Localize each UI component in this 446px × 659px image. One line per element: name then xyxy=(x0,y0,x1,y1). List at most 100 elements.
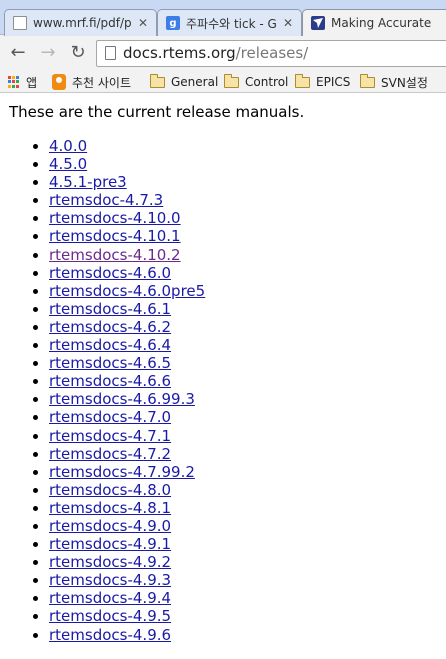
back-button[interactable]: ← xyxy=(6,41,30,65)
release-item: 4.5.1-pre3 xyxy=(49,173,205,191)
release-link[interactable]: rtemsdoc-4.7.3 xyxy=(49,191,163,209)
suggested-sites-icon xyxy=(52,74,66,90)
release-link[interactable]: 4.5.1-pre3 xyxy=(49,173,127,191)
close-icon[interactable]: ✕ xyxy=(135,16,151,30)
release-link[interactable]: rtemsdocs-4.10.0 xyxy=(49,209,181,227)
release-link[interactable]: rtemsdocs-4.7.2 xyxy=(49,445,171,463)
page-content: These are the current release manuals. 4… xyxy=(0,94,446,659)
bird-icon xyxy=(311,16,325,30)
back-arrow-icon: ← xyxy=(10,42,26,63)
release-item: rtemsdocs-4.6.4 xyxy=(49,336,205,354)
release-item: rtemsdocs-4.7.2 xyxy=(49,445,205,463)
release-link[interactable]: rtemsdocs-4.6.6 xyxy=(49,372,171,390)
apps-icon xyxy=(8,76,20,88)
release-link[interactable]: rtemsdocs-4.10.1 xyxy=(49,227,181,245)
release-link[interactable]: rtemsdocs-4.9.6 xyxy=(49,626,171,644)
release-link[interactable]: rtemsdocs-4.10.2 xyxy=(49,246,181,264)
bookmark-label: 앱 xyxy=(26,75,38,90)
release-item: rtemsdocs-4.9.1 xyxy=(49,535,205,553)
forward-arrow-icon: → xyxy=(40,42,56,63)
release-link[interactable]: rtemsdocs-4.6.99.3 xyxy=(49,390,195,408)
release-link[interactable]: 4.0.0 xyxy=(49,137,87,155)
release-link[interactable]: rtemsdocs-4.6.2 xyxy=(49,318,171,336)
release-link[interactable]: rtemsdocs-4.8.1 xyxy=(49,499,171,517)
release-link[interactable]: rtemsdocs-4.7.1 xyxy=(49,427,171,445)
tab-making-accurate[interactable]: Making Accurate xyxy=(302,9,446,36)
bookmark-folder-svn[interactable]: SVN설정 xyxy=(360,73,428,91)
intro-text: These are the current release manuals. xyxy=(9,103,305,121)
tab-google-search[interactable]: g 주파수와 tick - G ✕ xyxy=(157,9,302,36)
release-link[interactable]: rtemsdocs-4.9.0 xyxy=(49,517,171,535)
release-item: rtemsdocs-4.10.1 xyxy=(49,227,205,245)
folder-icon xyxy=(295,73,310,88)
url-path: /releases/ xyxy=(235,44,309,62)
release-item: rtemsdocs-4.7.99.2 xyxy=(49,463,205,481)
release-item: 4.0.0 xyxy=(49,137,205,155)
tab-title: www.mrf.fi/pdf/p xyxy=(33,16,132,30)
bookmark-label: EPICS xyxy=(316,75,351,89)
tab-strip: www.mrf.fi/pdf/p ✕ g 주파수와 tick - G ✕ Mak… xyxy=(0,0,446,36)
release-item: rtemsdocs-4.9.2 xyxy=(49,553,205,571)
release-item: rtemsdocs-4.6.5 xyxy=(49,354,205,372)
release-item: rtemsdocs-4.6.2 xyxy=(49,318,205,336)
release-item: rtemsdocs-4.8.0 xyxy=(49,481,205,499)
release-item: rtemsdocs-4.10.0 xyxy=(49,209,205,227)
release-link[interactable]: rtemsdocs-4.9.3 xyxy=(49,571,171,589)
bookmark-suggested-sites[interactable]: 추천 사이트 xyxy=(52,73,131,91)
release-item: rtemsdocs-4.9.4 xyxy=(49,589,205,607)
url-host: docs.rtems.org xyxy=(123,44,236,62)
release-item: 4.5.0 xyxy=(49,155,205,173)
release-item: rtemsdocs-4.9.3 xyxy=(49,571,205,589)
release-item: rtemsdocs-4.6.0 xyxy=(49,264,205,282)
release-link[interactable]: rtemsdocs-4.6.0pre5 xyxy=(49,282,205,300)
release-item: rtemsdocs-4.10.2 xyxy=(49,246,205,264)
tab-title: Making Accurate xyxy=(331,16,432,30)
tab-title: 주파수와 tick - G xyxy=(186,16,277,31)
release-item: rtemsdocs-4.6.6 xyxy=(49,372,205,390)
release-item: rtemsdocs-4.9.6 xyxy=(49,626,205,644)
reload-button[interactable]: ↻ xyxy=(66,41,90,65)
bookmarks-bar: 앱 추천 사이트 General Control EPICS SVN설정 xyxy=(0,71,446,93)
release-link[interactable]: rtemsdocs-4.6.0 xyxy=(49,264,171,282)
release-item: rtemsdocs-4.9.0 xyxy=(49,517,205,535)
release-item: rtemsdocs-4.6.1 xyxy=(49,300,205,318)
bookmark-folder-epics[interactable]: EPICS xyxy=(295,73,350,91)
release-link[interactable]: rtemsdocs-4.7.99.2 xyxy=(49,463,195,481)
release-link[interactable]: rtemsdocs-4.6.5 xyxy=(49,354,171,372)
folder-icon xyxy=(150,73,165,88)
release-link[interactable]: rtemsdocs-4.7.0 xyxy=(49,408,171,426)
release-link[interactable]: rtemsdocs-4.9.4 xyxy=(49,589,171,607)
release-link[interactable]: rtemsdocs-4.8.0 xyxy=(49,481,171,499)
google-icon: g xyxy=(166,16,180,30)
bookmark-apps[interactable]: 앱 xyxy=(8,73,37,91)
release-item: rtemsdocs-4.8.1 xyxy=(49,499,205,517)
tab-mrf-pdf[interactable]: www.mrf.fi/pdf/p ✕ xyxy=(4,9,157,36)
release-link[interactable]: rtemsdocs-4.6.1 xyxy=(49,300,171,318)
release-item: rtemsdocs-4.7.1 xyxy=(49,427,205,445)
release-item: rtemsdoc-4.7.3 xyxy=(49,191,205,209)
bookmark-label: 추천 사이트 xyxy=(72,75,132,90)
bookmark-label: SVN설정 xyxy=(381,75,428,90)
release-link[interactable]: rtemsdocs-4.6.4 xyxy=(49,336,171,354)
page-info-icon[interactable] xyxy=(105,46,116,60)
release-list: 4.0.04.5.04.5.1-pre3rtemsdoc-4.7.3rtemsd… xyxy=(0,137,205,644)
release-item: rtemsdocs-4.9.5 xyxy=(49,607,205,625)
bookmark-folder-general[interactable]: General xyxy=(150,73,218,91)
release-item: rtemsdocs-4.7.0 xyxy=(49,408,205,426)
release-link[interactable]: rtemsdocs-4.9.2 xyxy=(49,553,171,571)
release-link[interactable]: rtemsdocs-4.9.1 xyxy=(49,535,171,553)
close-icon[interactable]: ✕ xyxy=(280,16,296,30)
release-item: rtemsdocs-4.6.99.3 xyxy=(49,390,205,408)
reload-icon: ↻ xyxy=(70,42,86,63)
bookmark-folder-control[interactable]: Control xyxy=(224,73,288,91)
release-link[interactable]: rtemsdocs-4.9.5 xyxy=(49,607,171,625)
folder-icon xyxy=(224,73,239,88)
bookmark-label: Control xyxy=(245,75,289,89)
page-icon xyxy=(13,16,27,30)
toolbar: ← → ↻ docs.rtems.org/releases/ xyxy=(0,35,446,71)
forward-button[interactable]: → xyxy=(36,41,60,65)
folder-icon xyxy=(360,73,375,88)
bookmark-label: General xyxy=(171,75,219,89)
release-link[interactable]: 4.5.0 xyxy=(49,155,87,173)
address-bar[interactable]: docs.rtems.org/releases/ xyxy=(96,40,446,67)
